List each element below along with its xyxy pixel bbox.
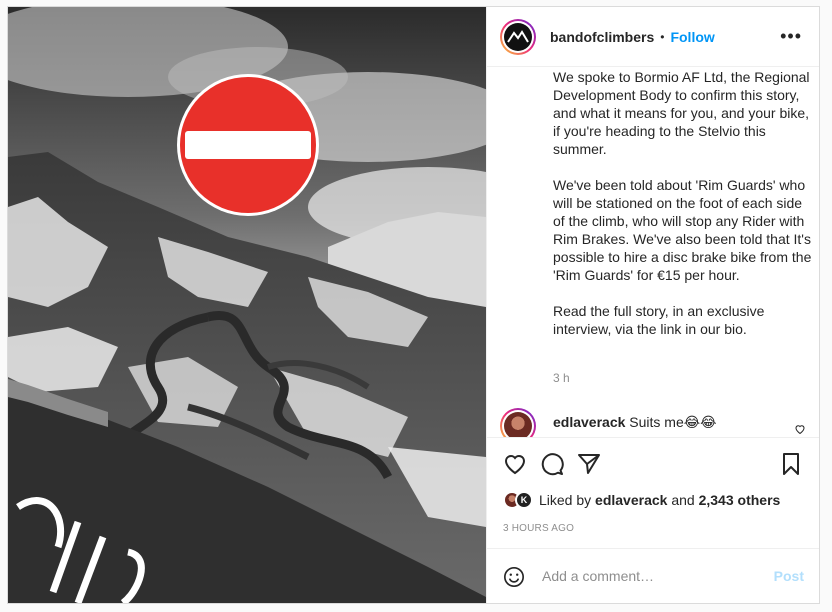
likes-text: Liked by edlaverack and 2,343 others (539, 492, 780, 508)
caption-age[interactable]: 3 h (553, 371, 570, 385)
comment-like-icon[interactable] (794, 422, 806, 437)
comment-text: edlaverack Suits me😂😂 (553, 413, 716, 431)
author-username[interactable]: bandofclimbers (550, 29, 654, 45)
action-bar (487, 437, 819, 483)
likes-count[interactable]: 2,343 others (699, 492, 781, 508)
comment-input[interactable] (542, 568, 762, 584)
comment-icon[interactable] (540, 452, 564, 481)
likes-summary: K Liked by edlaverack and 2,343 others (503, 491, 780, 509)
separator-dot: • (660, 29, 665, 44)
more-options-icon[interactable]: ••• (780, 27, 802, 45)
post-header: bandofclimbers • Follow ••• (487, 7, 819, 67)
comment-body: Suits me😂😂 (625, 414, 717, 430)
caption-paragraph: We've been told about 'Rim Guards' who w… (553, 177, 812, 283)
liker-avatar[interactable]: K (515, 491, 533, 509)
post-comment-button[interactable]: Post (774, 568, 804, 584)
follow-button[interactable]: Follow (670, 29, 714, 45)
likes-middle: and (667, 492, 699, 508)
mountain-logo-icon (507, 29, 529, 43)
caption-paragraph: Read the full story, in an exclusive int… (553, 303, 765, 337)
emoji-icon[interactable] (503, 566, 525, 593)
comment-row: edlaverack Suits me😂😂 (487, 408, 819, 437)
heart-icon[interactable] (503, 452, 527, 481)
caption-paragraph: We spoke to Bormio AF Ltd, the Regional … (553, 69, 810, 157)
likes-user[interactable]: edlaverack (595, 492, 667, 508)
add-comment-bar: Post (487, 548, 819, 603)
commenter-username[interactable]: edlaverack (553, 414, 625, 430)
author-avatar[interactable] (500, 18, 536, 55)
bookmark-icon[interactable] (779, 452, 803, 481)
commenter-avatar[interactable] (500, 408, 536, 437)
comments-scroll-area[interactable]: We spoke to Bormio AF Ltd, the Regional … (487, 68, 819, 437)
post-sidebar: bandofclimbers • Follow ••• We spoke to … (486, 7, 819, 603)
mountain-road-image (8, 7, 486, 603)
post-photo[interactable] (8, 7, 486, 603)
no-entry-sign (177, 74, 319, 216)
share-icon[interactable] (577, 452, 601, 481)
likes-prefix: Liked by (539, 492, 596, 508)
post-timestamp[interactable]: 3 HOURS AGO (503, 523, 574, 534)
instagram-post: bandofclimbers • Follow ••• We spoke to … (7, 6, 820, 604)
post-caption: We spoke to Bormio AF Ltd, the Regional … (553, 68, 813, 356)
